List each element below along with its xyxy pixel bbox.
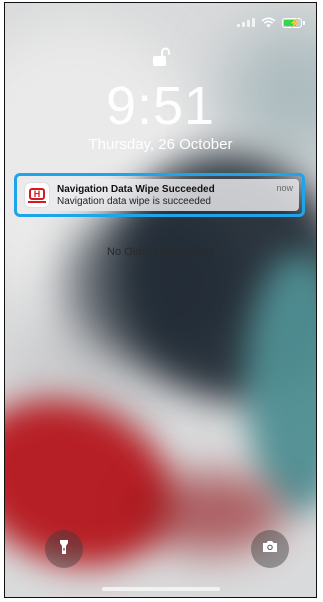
camera-icon (262, 540, 278, 558)
notification-highlight: H Navigation Data Wipe Succeeded Navigat… (14, 173, 305, 217)
home-indicator[interactable] (101, 587, 220, 591)
flashlight-button[interactable] (45, 530, 83, 568)
notification-body: Navigation data wipe is succeeded (57, 195, 211, 207)
lock-screen: ⚡ 9:51 Thursday, 26 October H Navigation… (4, 2, 317, 598)
notification-card[interactable]: H Navigation Data Wipe Succeeded Navigat… (20, 179, 299, 211)
flashlight-icon (59, 539, 69, 560)
honda-icon: H (25, 183, 49, 207)
wifi-icon (261, 17, 276, 28)
status-bar: ⚡ (237, 17, 305, 28)
signal-icon (237, 18, 255, 27)
camera-button[interactable] (251, 530, 289, 568)
notification-time: now (276, 183, 293, 193)
notification-title: Navigation Data Wipe Succeeded (57, 183, 215, 195)
no-older-notifications-label: No Older Notifications (107, 246, 214, 258)
battery-charging-icon: ⚡ (282, 17, 305, 28)
clock-date: Thursday, 26 October (88, 136, 233, 153)
unlocked-padlock-icon (152, 47, 170, 72)
clock-time: 9:51 (105, 76, 216, 136)
